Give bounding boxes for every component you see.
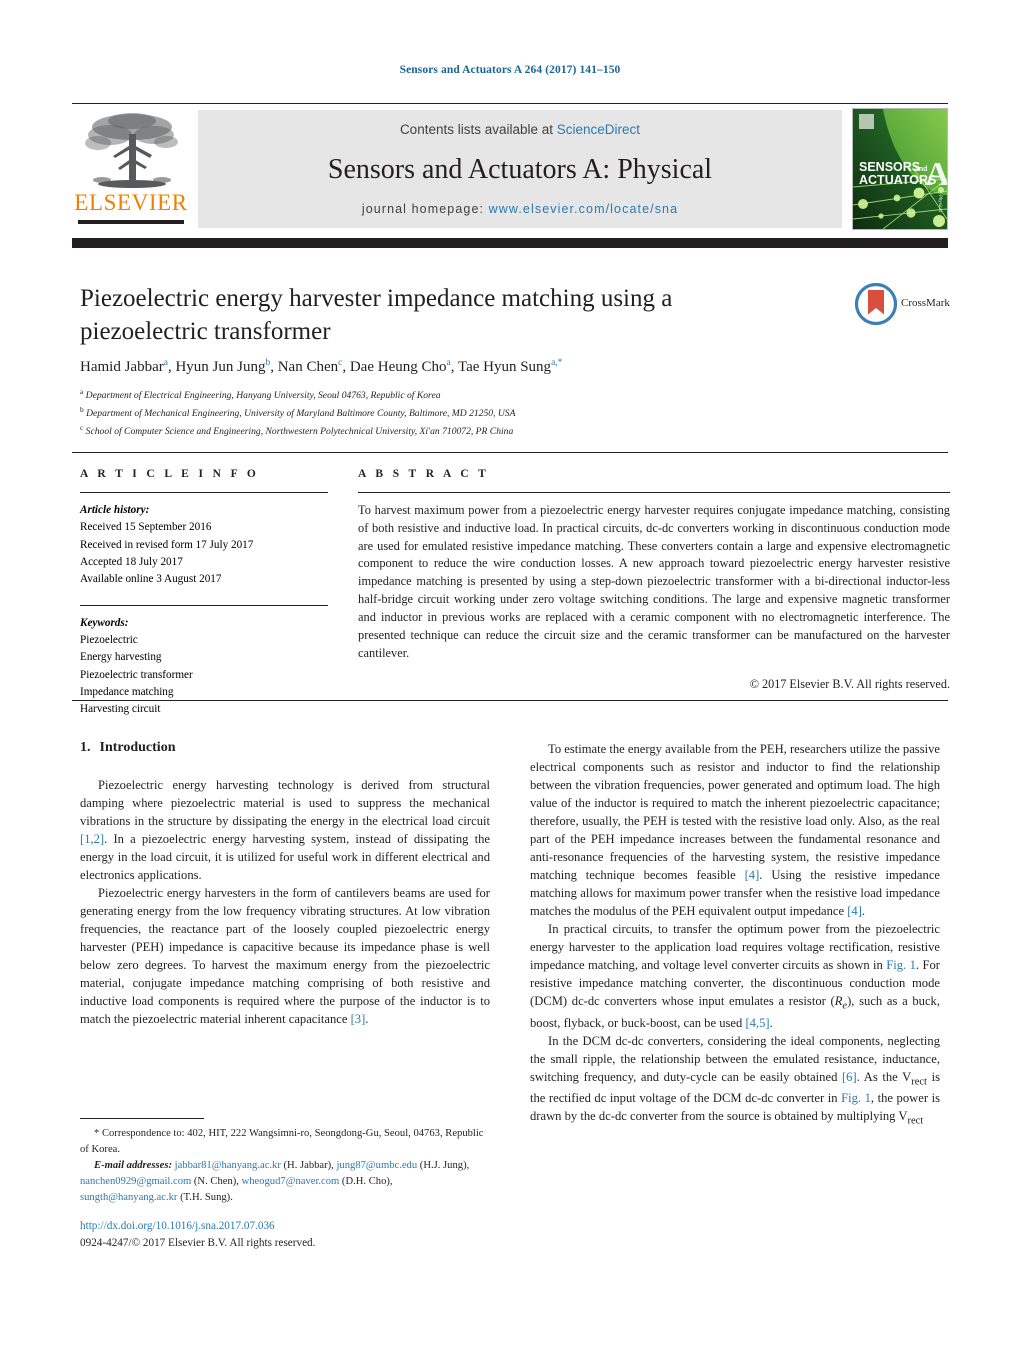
elsevier-logo[interactable]: ELSEVIER [72,108,190,230]
journal-masthead: ELSEVIER Contents lists available at Sci… [72,108,948,230]
article-info-column: A R T I C L E I N F O Article history: R… [80,468,328,719]
body-column-right: To estimate the energy available from th… [530,740,940,1129]
sciencedirect-link[interactable]: ScienceDirect [557,122,640,137]
crossmark-icon [854,282,898,326]
keywords-rule [80,604,328,606]
body-column-left: 1. Introduction Piezoelectric energy harv… [80,740,490,1028]
abstract-rule [358,492,950,493]
page-title: Piezoelectric energy harvester impedance… [80,285,673,346]
body-paragraph: Piezoelectric energy harvesting technolo… [80,778,490,882]
journal-homepage-line: journal homepage: www.elsevier.com/locat… [198,202,842,216]
right-paragraphs: To estimate the energy available from th… [530,740,940,1129]
doi-block: http://dx.doi.org/10.1016/j.sna.2017.07.… [80,1218,500,1251]
email-addresses-note: E-mail addresses: jabbar81@hanyang.ac.kr… [80,1159,470,1203]
homepage-prefix: journal homepage: [361,202,489,216]
reference-link[interactable]: [3] [351,1012,366,1026]
keywords-block: Keywords: Piezoelectric Energy harvesting… [80,604,328,719]
journal-homepage-link[interactable]: www.elsevier.com/locate/sna [489,202,679,216]
crossmark-badge[interactable]: CrossMark [854,282,963,327]
svg-text:SENSORS: SENSORS [859,160,920,174]
figure-link[interactable]: Fig. 1 [841,1091,871,1105]
article-history-item: Received 15 September 2016 [80,521,212,534]
email-label: E-mail addresses: [94,1159,172,1171]
footnote-rule [80,1118,204,1119]
keyword-item: Piezoelectric transformer [80,668,193,681]
journal-cover-art: SENSORS and ACTUATORS A Physical [853,109,947,229]
journal-title: Sensors and Actuators A: Physical [327,154,713,185]
reference-link[interactable]: [4,5] [745,1016,769,1030]
email-link[interactable]: sungth@hanyang.ac.kr [80,1192,177,1203]
title-block: Piezoelectric energy harvester impedance… [80,282,760,349]
article-history-label: Article history: [80,503,150,516]
running-head: Sensors and Actuators A 264 (2017) 141–1… [399,64,621,76]
masthead-divider-bar [72,238,948,248]
affiliation-item: b Department of Mechanical Engineering, … [80,405,516,420]
svg-text:Physical: Physical [937,195,942,213]
body-paragraph: In the DCM dc-dc converters, considering… [530,1033,940,1127]
reference-link[interactable]: [4] [847,904,862,918]
elsevier-tree-icon [85,113,178,188]
elsevier-underbar [78,220,184,224]
author-list: Hamid Jabbara, Hyun Jun Jungb, Nan Chenc… [80,358,563,375]
section-heading-introduction: 1. Introduction [80,740,490,756]
header-rule [72,103,948,105]
keyword-item: Piezoelectric [80,633,138,646]
info-bottom-rule [72,700,948,701]
article-history-item: Accepted 18 July 2017 [80,555,183,568]
crossmark-label: CrossMark [901,297,950,309]
figure-link[interactable]: Fig. 1 [886,958,916,972]
affiliation-list: a Department of Electrical Engineering, … [80,386,870,440]
keyword-item: Harvesting circuit [80,703,161,716]
section-title: Introduction [99,740,176,755]
elsevier-wordmark: ELSEVIER [74,190,188,215]
section-number: 1. [80,740,91,755]
affiliation-item: c School of Computer Science and Enginee… [80,423,514,438]
abstract-copyright: © 2017 Elsevier B.V. All rights reserved… [749,676,950,691]
doi-link[interactable]: http://dx.doi.org/10.1016/j.sna.2017.07.… [80,1218,500,1235]
keywords-list: Piezoelectric Energy harvesting Piezoelect… [80,632,328,719]
article-info-heading: A R T I C L E I N F O [80,468,260,480]
email-link[interactable]: jung87@umbc.edu [336,1160,417,1171]
email-link[interactable]: jabbar81@hanyang.ac.kr [175,1160,281,1171]
keyword-item: Energy harvesting [80,651,162,664]
article-history-list: Received 15 September 2016 Received in re… [80,519,328,588]
body-paragraph: To estimate the energy available from th… [530,742,940,918]
email-link[interactable]: nanchen0929@gmail.com [80,1176,191,1187]
body-paragraph: In practical circuits, to transfer the o… [530,922,940,1030]
abstract-column: A B S T R A C T To harvest maximum power… [358,468,950,692]
journal-banner: Contents lists available at ScienceDirec… [198,110,842,228]
reference-link[interactable]: [6] [842,1070,857,1084]
keyword-item: Impedance matching [80,686,174,699]
info-top-rule [72,452,948,453]
article-history-item: Available online 3 August 2017 [80,573,222,586]
keywords-label: Keywords: [80,616,129,629]
reference-link[interactable]: [4] [745,868,760,882]
reference-link[interactable]: [1,2] [80,832,104,846]
journal-cover-thumbnail[interactable]: SENSORS and ACTUATORS A Physical [852,108,948,230]
affiliation-item: a Department of Electrical Engineering, … [80,387,441,402]
body-paragraph: Piezoelectric energy harvesters in the f… [80,886,490,1026]
journal-article-page: Sensors and Actuators A 264 (2017) 141–1… [0,0,1020,1351]
abstract-text: To harvest maximum power from a piezoele… [358,502,950,660]
contents-list-line: Contents lists available at ScienceDirec… [198,122,842,137]
left-paragraphs: Piezoelectric energy harvesting technolo… [80,776,490,1028]
footnote-block: * Correspondence to: 402, HIT, 222 Wangs… [80,1126,492,1205]
correspondence-note: * Correspondence to: 402, HIT, 222 Wangs… [80,1128,484,1155]
issn-copyright-line: 0924-4247/© 2017 Elsevier B.V. All right… [80,1236,316,1249]
article-history-item: Received in revised form 17 July 2017 [80,538,254,551]
contents-prefix: Contents lists available at [399,122,557,137]
article-info-rule [80,492,328,493]
svg-text:A: A [925,156,947,193]
email-link[interactable]: wheogud7@naver.com [242,1176,340,1187]
abstract-heading: A B S T R A C T [358,468,490,480]
